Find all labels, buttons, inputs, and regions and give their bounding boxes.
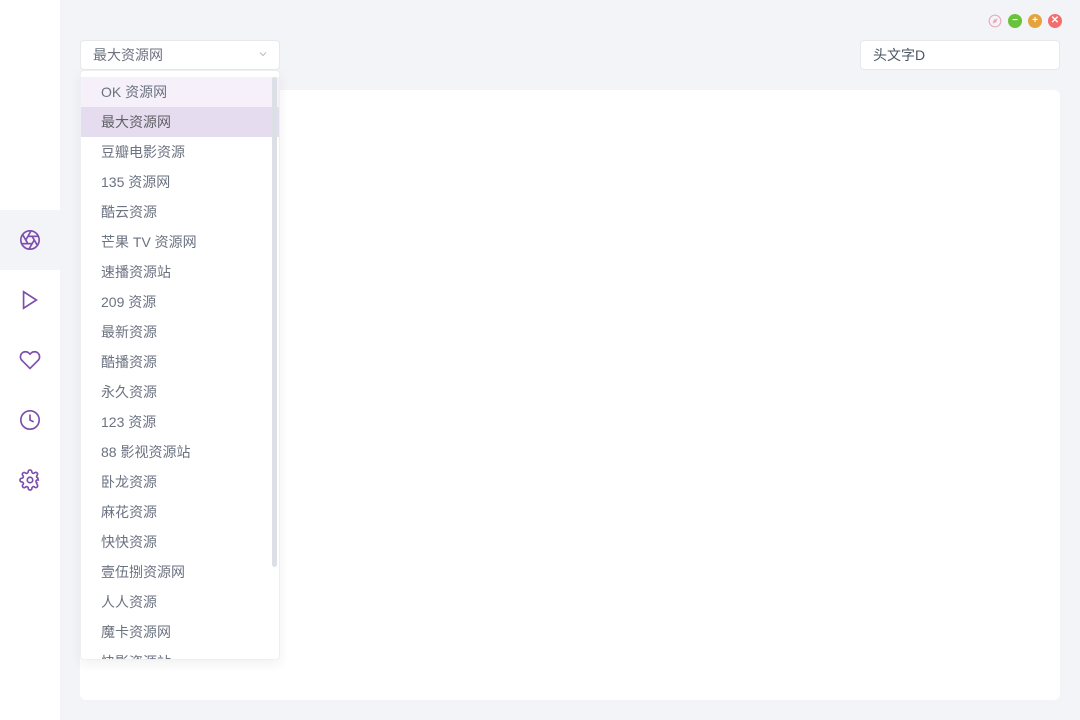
source-option[interactable]: 魔卡资源网: [81, 617, 279, 647]
sidebar-item-clock[interactable]: [0, 390, 60, 450]
source-option[interactable]: 最新资源: [81, 317, 279, 347]
source-option[interactable]: 酷云资源: [81, 197, 279, 227]
source-selector[interactable]: 最大资源网: [80, 40, 280, 70]
source-dropdown-panel: OK 资源网最大资源网豆瓣电影资源135 资源网酷云资源芒果 TV 资源网速播资…: [80, 70, 280, 660]
source-option[interactable]: 酷播资源: [81, 347, 279, 377]
source-option[interactable]: 壹伍捌资源网: [81, 557, 279, 587]
clock-icon: [19, 409, 41, 431]
source-option[interactable]: 人人资源: [81, 587, 279, 617]
sidebar-item-heart[interactable]: [0, 330, 60, 390]
source-option[interactable]: 豆瓣电影资源: [81, 137, 279, 167]
search-input[interactable]: [860, 40, 1060, 70]
source-option[interactable]: 快影资源站: [81, 647, 279, 660]
source-option[interactable]: OK 资源网: [81, 77, 279, 107]
minimize-button[interactable]: −: [1008, 14, 1022, 28]
close-icon: ✕: [1051, 16, 1059, 26]
compass-icon: [988, 14, 1002, 28]
source-option[interactable]: 88 影视资源站: [81, 437, 279, 467]
source-option[interactable]: 135 资源网: [81, 167, 279, 197]
heart-icon: [19, 349, 41, 371]
chevron-down-icon: [257, 47, 269, 63]
dropdown-scroll-thumb[interactable]: [272, 77, 277, 567]
minus-icon: −: [1012, 16, 1018, 26]
settings-icon: [19, 469, 41, 491]
nav-sidebar: [0, 0, 60, 720]
source-option[interactable]: 速播资源站: [81, 257, 279, 287]
source-option[interactable]: 123 资源: [81, 407, 279, 437]
aperture-icon: [19, 229, 41, 251]
source-option[interactable]: 芒果 TV 资源网: [81, 227, 279, 257]
plus-icon: +: [1032, 16, 1038, 26]
source-option[interactable]: 209 资源: [81, 287, 279, 317]
source-option[interactable]: 卧龙资源: [81, 467, 279, 497]
source-option[interactable]: 最大资源网: [81, 107, 279, 137]
sidebar-item-aperture[interactable]: [0, 210, 60, 270]
source-selector-label: 最大资源网: [93, 45, 163, 65]
source-option[interactable]: 快快资源: [81, 527, 279, 557]
source-option[interactable]: 麻花资源: [81, 497, 279, 527]
maximize-button[interactable]: +: [1028, 14, 1042, 28]
window-controls: − + ✕: [988, 14, 1062, 28]
sidebar-item-play[interactable]: [0, 270, 60, 330]
play-icon: [19, 289, 41, 311]
sidebar-item-settings[interactable]: [0, 450, 60, 510]
pin-button[interactable]: [988, 14, 1002, 28]
close-button[interactable]: ✕: [1048, 14, 1062, 28]
source-option[interactable]: 永久资源: [81, 377, 279, 407]
dropdown-scrollbar[interactable]: [272, 77, 277, 653]
